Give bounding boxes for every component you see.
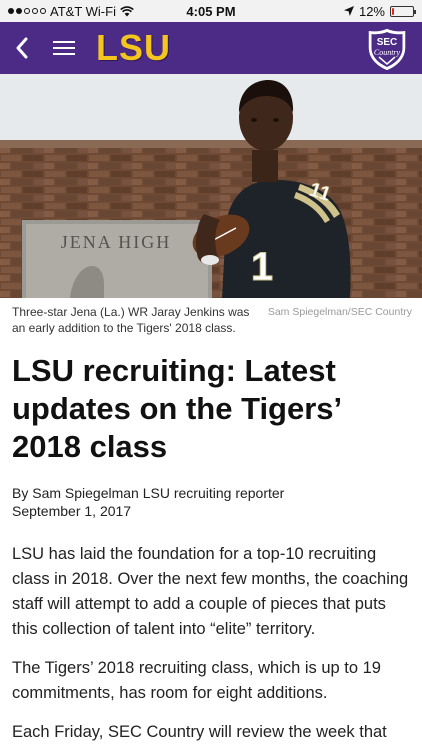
status-left: AT&T Wi-Fi <box>8 4 134 19</box>
battery-icon <box>390 5 416 17</box>
carrier-label: AT&T Wi-Fi <box>50 3 116 19</box>
battery-level <box>392 7 395 15</box>
battery-percent: 12% <box>358 3 385 19</box>
chevron-left-icon <box>16 37 28 59</box>
wifi-icon <box>120 5 134 16</box>
badge-top-text: SEC <box>377 37 398 48</box>
location-arrow-icon <box>343 6 354 16</box>
app-header: LSU SEC Country <box>0 22 422 74</box>
author-line[interactable]: By Sam Spiegelman LSU recruiting reporte… <box>12 484 412 502</box>
clock-time: 4:05 PM <box>186 3 236 19</box>
photo-caption: Three-star Jena (La.) WR Jaray Jenkins w… <box>12 305 250 335</box>
publish-date: September 1, 2017 <box>12 503 132 519</box>
badge-bottom-text: Country <box>374 48 401 57</box>
photo-credit: Sam Spiegelman/SEC Country <box>267 306 412 318</box>
hero-image[interactable]: JENA HIGH 11 1 <box>0 74 422 298</box>
recruit-photo: JENA HIGH 11 1 <box>0 74 422 298</box>
article-paragraph: LSU has laid the foundation for a top-10… <box>12 545 409 638</box>
signal-strength-icon <box>8 8 46 14</box>
back-button[interactable] <box>0 22 44 74</box>
sec-country-badge-icon[interactable]: SEC Country <box>364 26 410 72</box>
status-right: 12% <box>343 3 416 19</box>
hamburger-menu-icon <box>53 41 75 55</box>
plaque-text: JENA HIGH <box>61 232 172 252</box>
photo-caption-row: Three-star Jena (La.) WR Jaray Jenkins w… <box>12 304 412 336</box>
status-bar: AT&T Wi-Fi 4:05 PM 12% <box>0 0 422 22</box>
article-paragraph: Each Friday, SEC Country will review the… <box>12 723 387 741</box>
svg-text:1: 1 <box>251 245 273 289</box>
menu-button[interactable] <box>44 22 84 74</box>
article-headline: LSU recruiting: Latest updates on the Ti… <box>12 353 341 464</box>
article-paragraph: The Tigers’ 2018 recruiting class, which… <box>12 659 381 702</box>
article-byline: By Sam Spiegelman LSU recruiting reporte… <box>12 484 412 520</box>
lsu-logo[interactable]: LSU <box>96 27 171 69</box>
